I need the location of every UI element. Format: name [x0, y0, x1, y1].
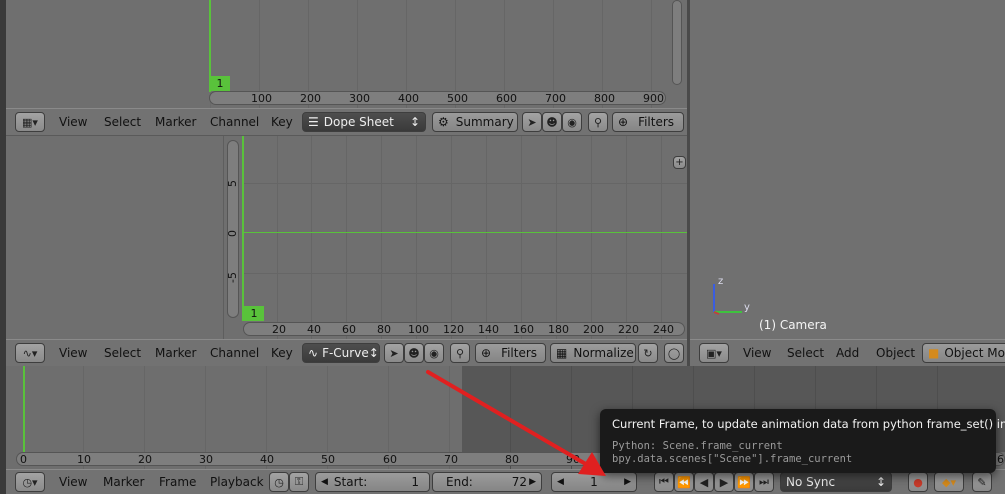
window-left-edge [0, 0, 6, 494]
annotation-arrow [426, 370, 606, 476]
